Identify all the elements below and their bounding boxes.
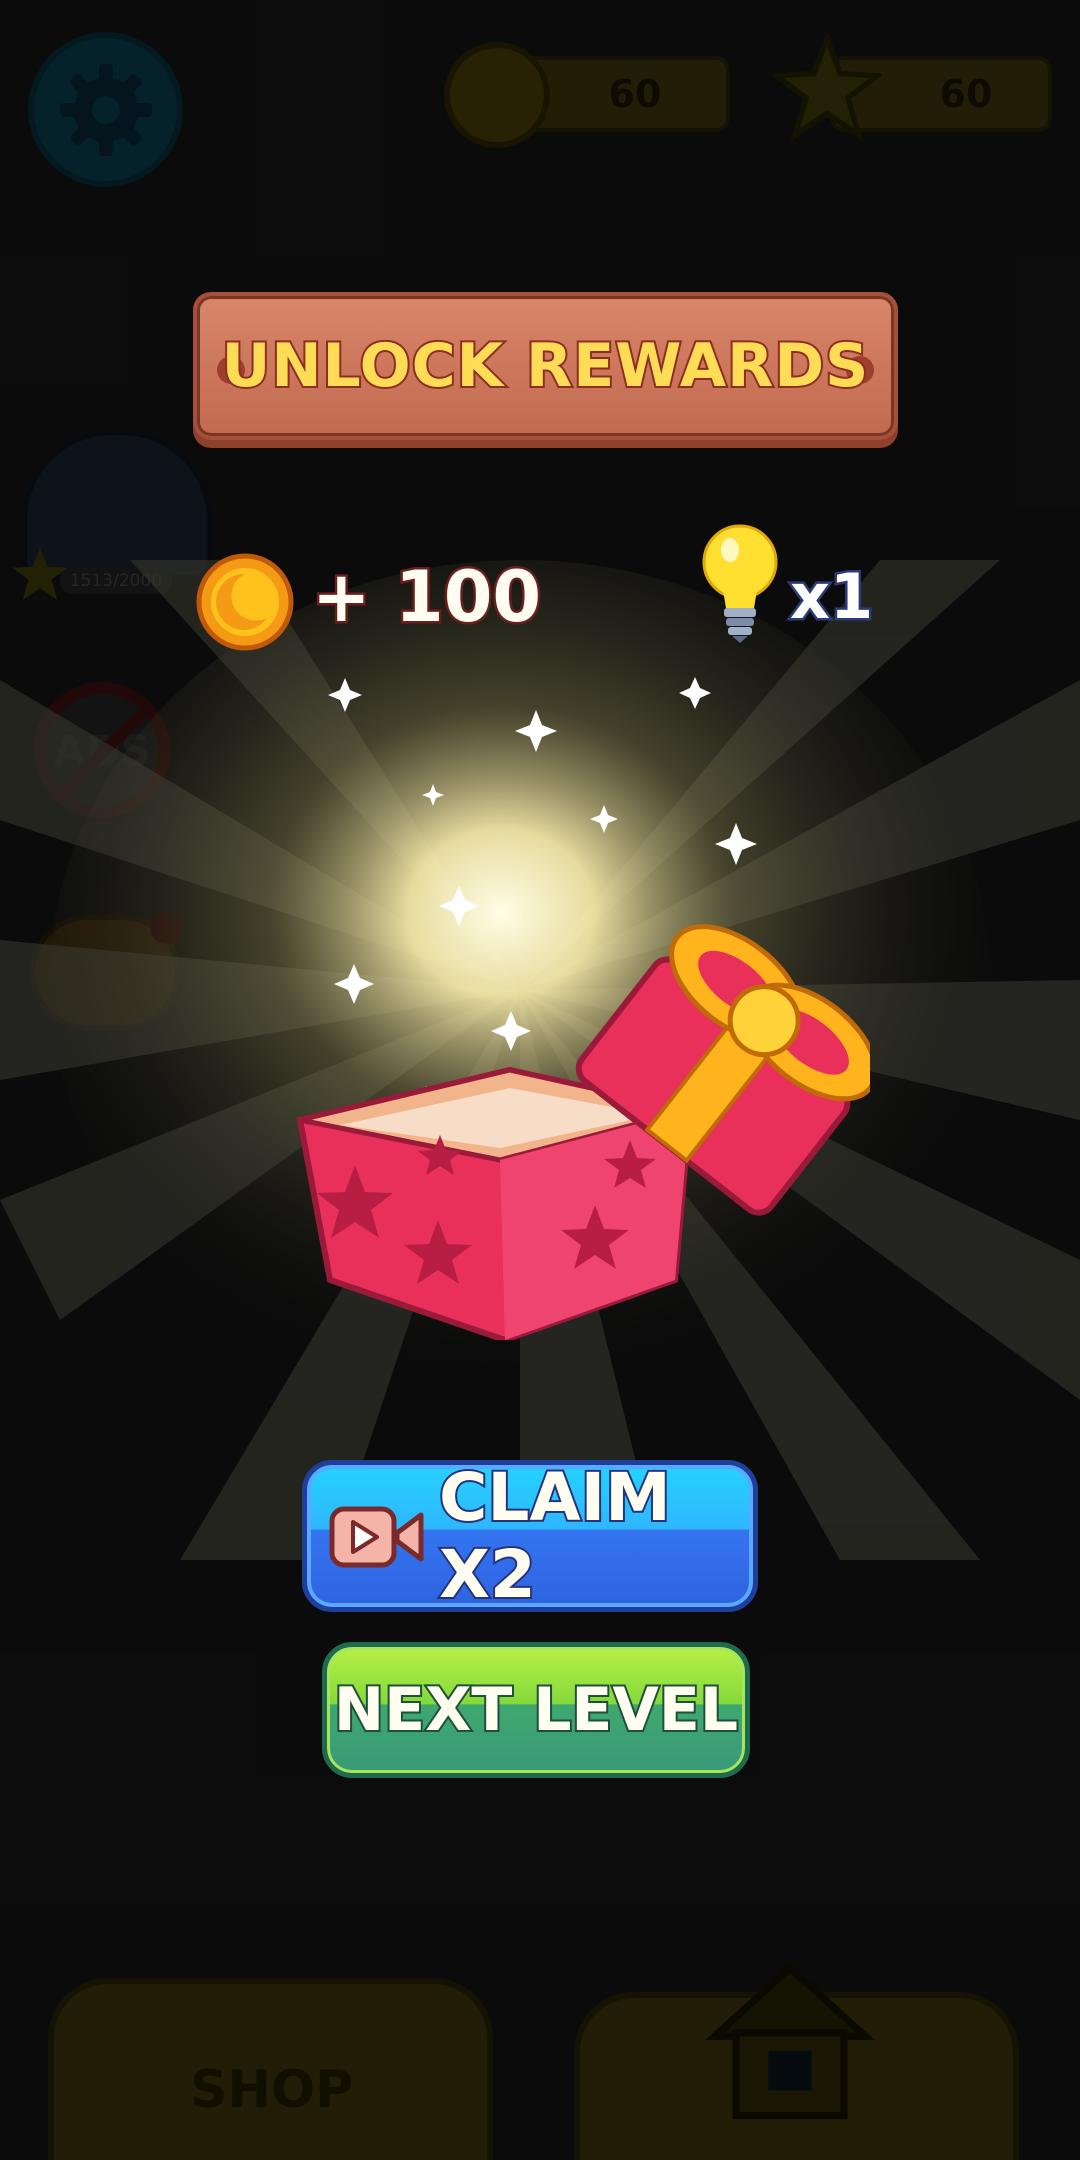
light-bulb-icon <box>702 524 778 643</box>
gear-icon <box>60 64 152 156</box>
home-icon <box>705 1963 875 2120</box>
next-level-label: NEXT LEVEL <box>332 1673 740 1747</box>
title-banner: UNLOCK REWARDS <box>193 292 898 440</box>
star-icon <box>772 34 882 142</box>
gift-box-icon <box>296 924 870 1340</box>
settings-button[interactable] <box>28 32 183 187</box>
coin-count: 60 <box>608 72 662 116</box>
video-camera-icon <box>329 1506 424 1568</box>
claim-x2-button[interactable]: CLAIM X2 <box>302 1457 758 1615</box>
coin-icon <box>444 42 550 148</box>
next-level-button[interactable]: NEXT LEVEL <box>322 1642 750 1778</box>
coin-icon <box>196 553 294 651</box>
reward-coin-amount: + 100 <box>309 554 543 641</box>
game-screen: 60 60 1513/2000 ADS SHOP <box>0 0 1080 2160</box>
modal-title: UNLOCK REWARDS <box>220 329 871 403</box>
star-count: 60 <box>939 72 993 116</box>
claim-x2-label: CLAIM X2 <box>437 1457 673 1615</box>
reward-hint-amount: x1 <box>787 558 875 636</box>
shop-label: SHOP <box>190 2060 354 2120</box>
